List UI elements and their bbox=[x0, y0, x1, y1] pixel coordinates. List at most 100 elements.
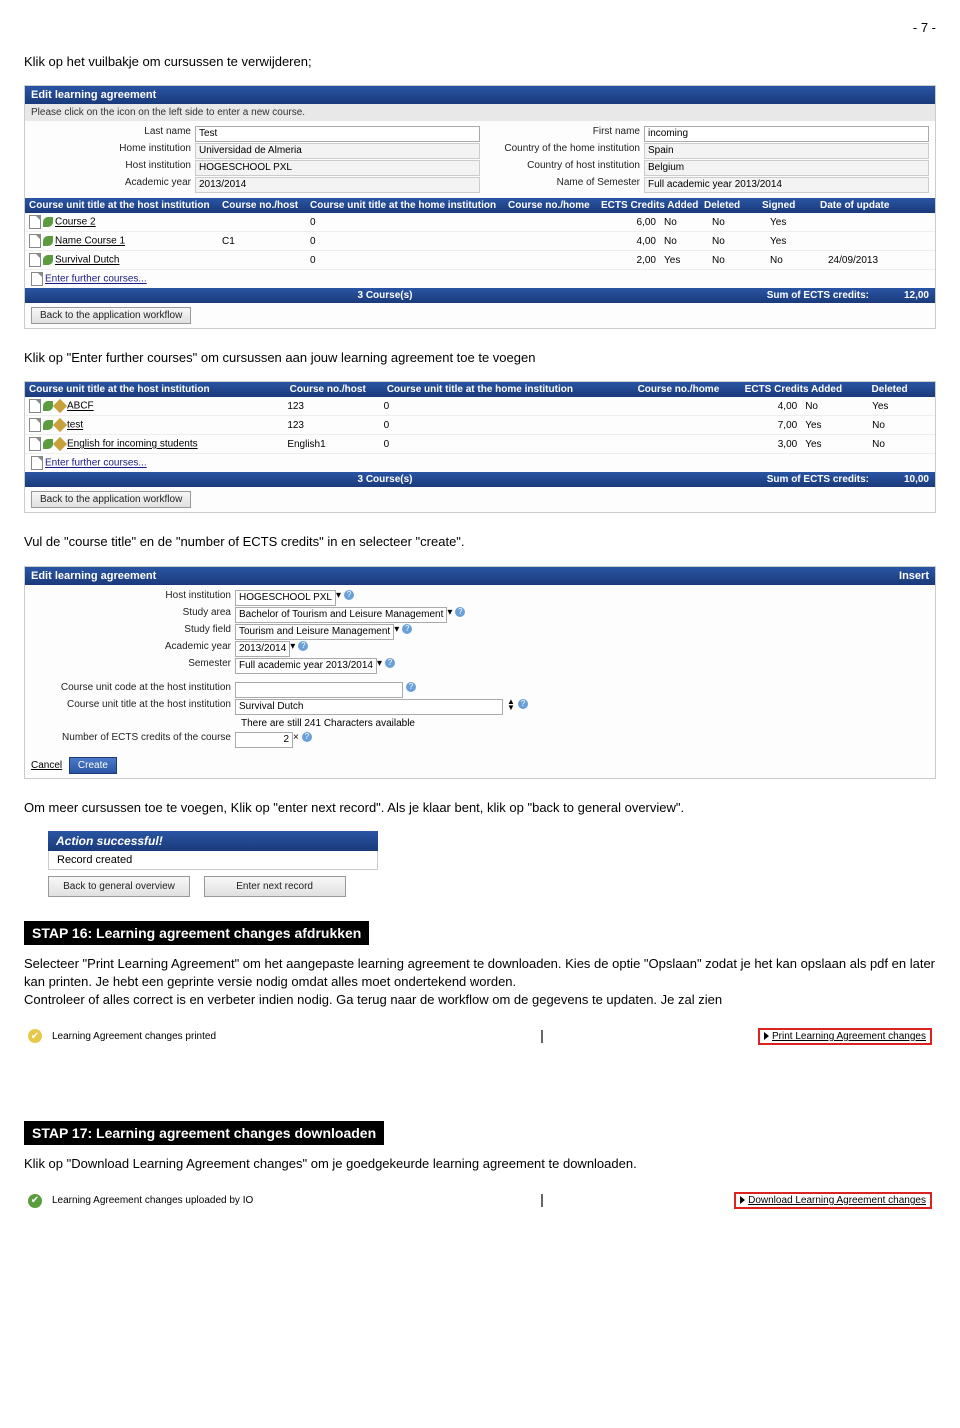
lbl-ects: Number of ECTS credits of the course bbox=[31, 732, 235, 748]
paragraph-4: Om meer cursussen toe te voegen, Klik op… bbox=[24, 799, 936, 817]
footer-sum: 12,00 bbox=[873, 288, 935, 303]
help-icon[interactable]: ? bbox=[406, 682, 416, 692]
th-chost: Course no./host bbox=[218, 198, 306, 213]
cell-thome: 0 bbox=[306, 215, 504, 230]
lbl-title: Course unit title at the host institutio… bbox=[31, 699, 235, 715]
page-icon[interactable] bbox=[29, 215, 41, 229]
label-host-inst: Host institution bbox=[31, 160, 195, 176]
input-acad-year: 2013/2014 bbox=[195, 177, 480, 193]
trash-icon[interactable] bbox=[43, 236, 53, 246]
sel-acad-year[interactable]: 2013/2014 bbox=[235, 641, 290, 657]
trash-icon[interactable] bbox=[43, 401, 53, 411]
sel-semester[interactable]: Full academic year 2013/2014 bbox=[235, 658, 377, 674]
panel-header-3: Edit learning agreement Insert bbox=[25, 567, 935, 585]
help-icon[interactable]: ? bbox=[298, 641, 308, 651]
th2-title: Course unit title at the host institutio… bbox=[25, 382, 286, 397]
trash-icon[interactable] bbox=[43, 439, 53, 449]
pencil-icon[interactable] bbox=[53, 418, 67, 432]
trash-icon[interactable] bbox=[43, 255, 53, 265]
help-icon[interactable]: ? bbox=[344, 590, 354, 600]
resize-arrows-icon[interactable]: ▲▼ bbox=[507, 699, 515, 715]
chevron-down-icon[interactable]: ▾ bbox=[377, 658, 382, 674]
cell-deleted: No bbox=[868, 418, 935, 433]
cell-signed: No bbox=[766, 253, 824, 268]
input-ects[interactable]: 2 bbox=[235, 732, 293, 748]
input-title[interactable]: Survival Dutch bbox=[235, 699, 503, 715]
sel-study-field[interactable]: Tourism and Leisure Management bbox=[235, 624, 394, 640]
sel-host-inst[interactable]: HOGESCHOOL PXL bbox=[235, 590, 336, 606]
help-icon[interactable]: ? bbox=[302, 732, 312, 742]
cell-date: 24/09/2013 bbox=[824, 253, 907, 268]
input-home-inst: Universidad de Almeria bbox=[195, 143, 480, 159]
th2-ects: ECTS Credits Added bbox=[741, 382, 868, 397]
cell-chome bbox=[628, 442, 734, 446]
cell-thome: 0 bbox=[380, 418, 629, 433]
input-last-name[interactable]: Test bbox=[195, 126, 480, 142]
table-row: test12307,00YesNo bbox=[25, 416, 935, 435]
trash-icon[interactable] bbox=[43, 420, 53, 430]
step-16-body: Selecteer "Print Learning Agreement" om … bbox=[24, 955, 936, 1010]
th2-del: Deleted bbox=[868, 382, 935, 397]
trash-icon[interactable] bbox=[43, 217, 53, 227]
page-icon[interactable] bbox=[29, 399, 41, 413]
footer-count-2: 3 Course(s) bbox=[25, 472, 745, 487]
pencil-icon[interactable] bbox=[53, 437, 67, 451]
create-button[interactable]: Create bbox=[69, 757, 117, 774]
th-title: Course unit title at the host institutio… bbox=[25, 198, 218, 213]
chevron-down-icon[interactable]: ▾ bbox=[447, 607, 452, 623]
enter-further-courses-link[interactable]: Enter further courses... bbox=[25, 270, 935, 288]
table-header: Course unit title at the host institutio… bbox=[25, 198, 935, 213]
course-link[interactable]: Survival Dutch bbox=[55, 255, 119, 266]
cell-chome bbox=[628, 404, 734, 408]
enter-next-record-button[interactable]: Enter next record bbox=[204, 876, 346, 897]
course-link[interactable]: test bbox=[67, 420, 83, 431]
back-overview-button[interactable]: Back to general overview bbox=[48, 876, 190, 897]
cell-chost bbox=[218, 220, 306, 224]
page-icon[interactable] bbox=[29, 437, 41, 451]
help-icon[interactable]: ? bbox=[455, 607, 465, 617]
sel-study-area[interactable]: Bachelor of Tourism and Leisure Manageme… bbox=[235, 607, 447, 623]
course-link[interactable]: Course 2 bbox=[55, 217, 96, 228]
page-icon[interactable] bbox=[29, 234, 41, 248]
cell-date bbox=[824, 239, 907, 243]
chevron-down-icon[interactable]: ▾ bbox=[394, 624, 399, 640]
page-icon[interactable] bbox=[29, 418, 41, 432]
th-ects: ECTS Credits Added bbox=[597, 198, 700, 213]
cell-added: No bbox=[801, 399, 868, 414]
cell-added: Yes bbox=[660, 253, 708, 268]
cell-deleted: No bbox=[868, 437, 935, 452]
back-workflow-button-2[interactable]: Back to the application workflow bbox=[31, 491, 191, 508]
course-link[interactable]: ABCF bbox=[67, 401, 94, 412]
download-la-changes-link[interactable]: Download Learning Agreement changes bbox=[734, 1192, 932, 1209]
form-grid: Last nameTest Home institutionUniversida… bbox=[25, 121, 935, 198]
action-success-panel: Action successful! Record created Back t… bbox=[48, 831, 378, 897]
enter-further-courses-link-2[interactable]: Enter further courses... bbox=[25, 454, 935, 472]
cancel-link[interactable]: Cancel bbox=[31, 760, 62, 771]
input-code[interactable] bbox=[235, 682, 403, 698]
action-success-body: Record created bbox=[48, 851, 378, 870]
course-link[interactable]: English for incoming students bbox=[67, 439, 198, 450]
lbl-code: Course unit code at the host institution bbox=[31, 682, 235, 698]
cell-thome: 0 bbox=[380, 399, 629, 414]
input-first-name[interactable]: incoming bbox=[644, 126, 929, 142]
status-dot-yellow-icon: ✔ bbox=[28, 1029, 42, 1043]
input-semester: Full academic year 2013/2014 bbox=[644, 177, 929, 193]
chevron-down-icon[interactable]: ▾ bbox=[336, 590, 341, 606]
label-home-inst: Home institution bbox=[31, 143, 195, 159]
table-row: Survival Dutch02,00YesNoNo24/09/2013 bbox=[25, 251, 935, 270]
cell-ects: 6,00 bbox=[597, 215, 660, 230]
help-icon[interactable]: ? bbox=[385, 658, 395, 668]
page-icon[interactable] bbox=[29, 253, 41, 267]
input-host-inst: HOGESCHOOL PXL bbox=[195, 160, 480, 176]
checkbox-icon[interactable] bbox=[541, 1194, 543, 1207]
back-workflow-button[interactable]: Back to the application workflow bbox=[31, 307, 191, 324]
help-icon[interactable]: ? bbox=[402, 624, 412, 634]
course-link[interactable]: Name Course 1 bbox=[55, 236, 125, 247]
status-row-download: ✔ Learning Agreement changes uploaded by… bbox=[24, 1188, 936, 1214]
chevron-down-icon[interactable]: ▾ bbox=[290, 641, 295, 657]
screenshot-course-list: Course unit title at the host institutio… bbox=[24, 381, 936, 513]
help-icon[interactable]: ? bbox=[518, 699, 528, 709]
print-la-changes-link[interactable]: Print Learning Agreement changes bbox=[758, 1028, 932, 1045]
checkbox-icon[interactable] bbox=[541, 1030, 543, 1043]
pencil-icon[interactable] bbox=[53, 399, 67, 413]
